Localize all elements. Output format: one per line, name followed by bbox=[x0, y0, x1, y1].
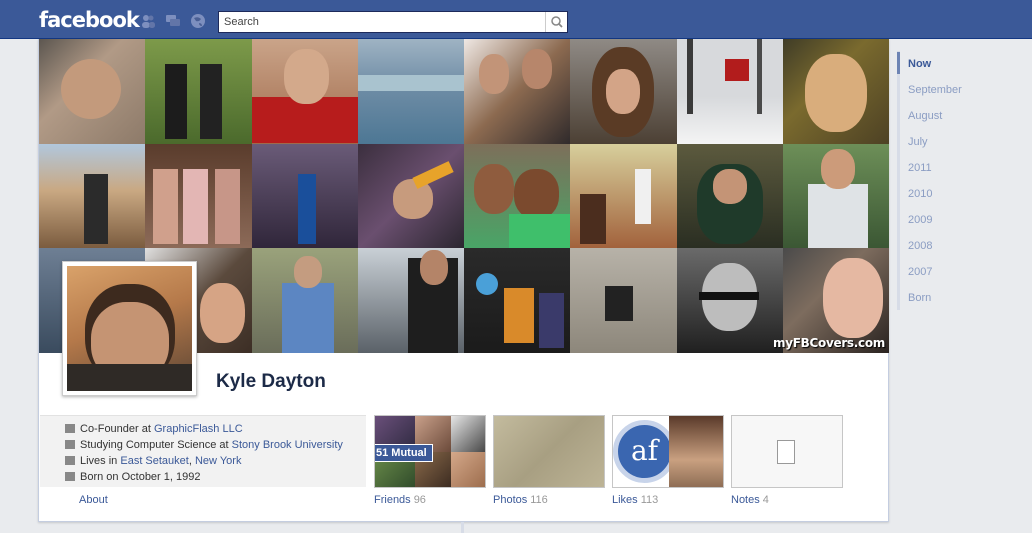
profile-info: Co-Founder at GraphicFlash LLC Studying … bbox=[40, 415, 366, 487]
timeline-item-2007[interactable]: 2007 bbox=[908, 266, 932, 278]
state-link[interactable]: New York bbox=[195, 455, 241, 467]
cover-tile bbox=[357, 248, 464, 353]
cover-watermark: myFBCovers.com bbox=[773, 336, 885, 350]
notes-text[interactable]: Notes bbox=[731, 494, 760, 506]
cover-tile bbox=[464, 143, 571, 249]
timeline-item-2008[interactable]: 2008 bbox=[908, 240, 932, 252]
profile-card: myFBCovers.com Kyle Dayton Co-Founder at… bbox=[38, 39, 889, 522]
friends-count: 96 bbox=[413, 494, 426, 506]
photos-text[interactable]: Photos bbox=[493, 494, 527, 506]
cover-tile bbox=[570, 143, 677, 249]
timeline-item-2009[interactable]: 2009 bbox=[908, 214, 932, 226]
notes-count: 4 bbox=[762, 494, 769, 506]
about-link[interactable]: About bbox=[79, 494, 108, 506]
timeline-spine bbox=[461, 522, 464, 533]
friends-box[interactable]: 51 Mutual bbox=[374, 415, 486, 488]
note-page-icon bbox=[777, 440, 795, 464]
timeline-active-marker bbox=[897, 52, 900, 74]
house-icon bbox=[65, 456, 75, 465]
friends-label[interactable]: Friends 96 bbox=[374, 494, 426, 506]
cover-tile bbox=[357, 143, 464, 249]
briefcase-icon bbox=[65, 424, 75, 433]
search-box bbox=[218, 11, 568, 33]
timeline-item-july[interactable]: July bbox=[908, 136, 928, 148]
messages-icon[interactable] bbox=[165, 13, 181, 29]
timeline-item-born[interactable]: Born bbox=[908, 292, 931, 304]
search-icon bbox=[551, 16, 563, 28]
notifications-globe-icon[interactable] bbox=[190, 13, 206, 29]
cover-tile bbox=[570, 39, 677, 144]
friends-text[interactable]: Friends bbox=[374, 494, 411, 506]
likes-label[interactable]: Likes 113 bbox=[612, 494, 658, 506]
work-line: Co-Founder at GraphicFlash LLC bbox=[65, 422, 243, 436]
mutual-friends-badge[interactable]: 51 Mutual bbox=[375, 444, 433, 462]
graduation-cap-icon bbox=[65, 440, 75, 449]
graphicflash-logo: af bbox=[613, 420, 676, 483]
cover-tile bbox=[676, 143, 783, 249]
study-line: Studying Computer Science at Stony Brook… bbox=[65, 438, 343, 452]
cover-tile bbox=[570, 248, 677, 353]
notes-box[interactable] bbox=[731, 415, 843, 488]
timeline-item-september[interactable]: September bbox=[908, 84, 962, 96]
timeline-item-2011[interactable]: 2011 bbox=[908, 162, 932, 174]
likes-text[interactable]: Likes bbox=[612, 494, 638, 506]
born-line: Born on October 1, 1992 bbox=[65, 470, 200, 484]
friend-requests-icon[interactable] bbox=[140, 13, 156, 29]
work-prefix: Co-Founder at bbox=[80, 423, 154, 435]
timeline-item-2010[interactable]: 2010 bbox=[908, 188, 932, 200]
work-link[interactable]: GraphicFlash LLC bbox=[154, 423, 243, 435]
search-input[interactable] bbox=[219, 12, 544, 32]
study-prefix: Studying Computer Science at bbox=[80, 439, 232, 451]
cover-tile bbox=[464, 248, 571, 353]
school-link[interactable]: Stony Brook University bbox=[232, 439, 343, 451]
profile-picture[interactable] bbox=[62, 261, 197, 396]
cover-tile bbox=[676, 39, 783, 144]
timeline-item-now[interactable]: Now bbox=[908, 58, 931, 70]
likes-count: 113 bbox=[640, 494, 659, 506]
profile-photo bbox=[67, 266, 192, 391]
cover-tile bbox=[251, 248, 358, 353]
cover-tile bbox=[251, 143, 358, 249]
city-link[interactable]: East Setauket bbox=[120, 455, 189, 467]
timeline-nav: Now September August July 2011 2010 2009… bbox=[897, 51, 1017, 310]
notes-label[interactable]: Notes 4 bbox=[731, 494, 769, 506]
cover-tile bbox=[464, 39, 571, 144]
photos-count: 116 bbox=[530, 494, 548, 506]
search-button[interactable] bbox=[545, 12, 567, 32]
cover-tile bbox=[782, 39, 889, 144]
profile-name[interactable]: Kyle Dayton bbox=[216, 371, 326, 393]
photos-box[interactable] bbox=[493, 415, 605, 488]
cover-tile bbox=[251, 39, 358, 144]
cover-tile bbox=[357, 39, 464, 144]
calendar-icon bbox=[65, 472, 75, 481]
facebook-logo[interactable]: facebook bbox=[39, 8, 140, 32]
cover-tile bbox=[145, 143, 252, 249]
top-bar: facebook bbox=[0, 0, 1032, 39]
lives-prefix: Lives in bbox=[80, 455, 121, 467]
lives-line: Lives in East Setauket, New York bbox=[65, 454, 241, 468]
cover-tile bbox=[145, 39, 252, 144]
cover-tile bbox=[39, 39, 146, 144]
cover-tile bbox=[676, 248, 783, 353]
photos-label[interactable]: Photos 116 bbox=[493, 494, 548, 506]
cover-tile bbox=[39, 143, 146, 249]
born-text: Born on October 1, 1992 bbox=[80, 471, 201, 483]
cover-tile bbox=[782, 143, 889, 249]
timeline-item-august[interactable]: August bbox=[908, 110, 942, 122]
likes-box[interactable]: af bbox=[612, 415, 724, 488]
